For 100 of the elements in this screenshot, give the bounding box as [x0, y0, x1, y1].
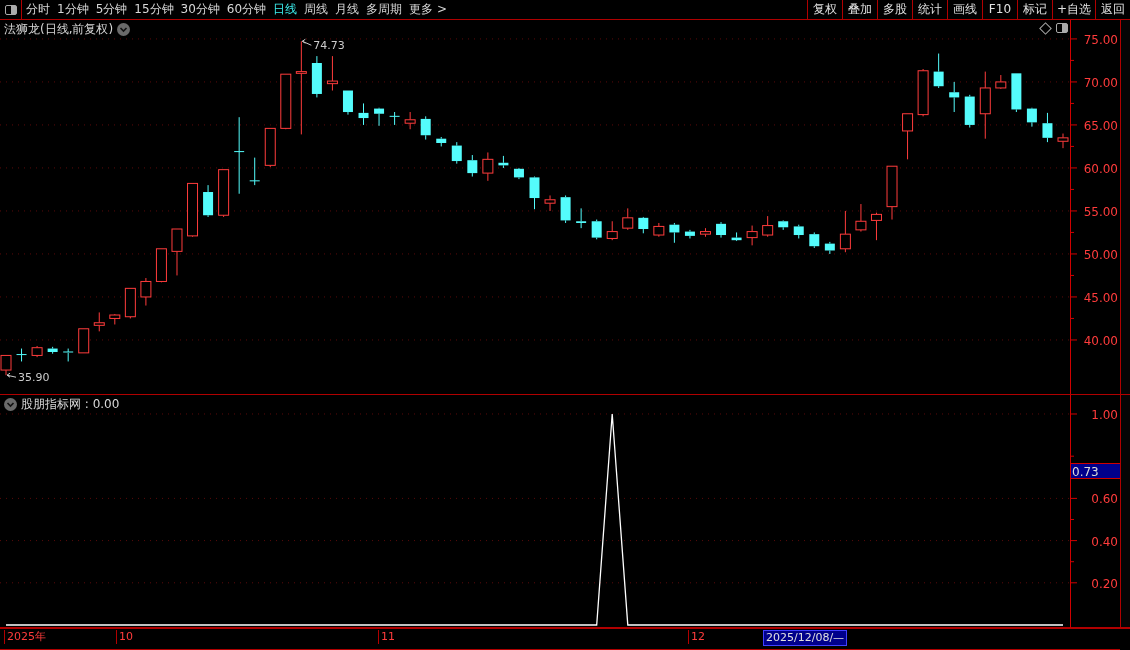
period-tab[interactable]: 更多 > — [405, 0, 450, 19]
candlestick — [902, 113, 914, 160]
axis-label: 1.00 — [1091, 408, 1118, 422]
axis-label: 0.40 — [1091, 534, 1118, 549]
toolbar-button[interactable]: 画线 — [946, 0, 982, 19]
candlestick — [374, 107, 385, 127]
candlestick — [824, 241, 835, 255]
candlestick — [591, 219, 602, 240]
candlestick — [949, 81, 960, 113]
candlestick — [979, 71, 991, 140]
candlestick — [420, 115, 431, 141]
candlestick — [467, 154, 478, 178]
candlestick — [498, 155, 509, 169]
toolbar-button[interactable]: +自选 — [1051, 0, 1095, 19]
period-tab[interactable]: 周线 — [300, 0, 332, 19]
candlestick — [187, 182, 199, 238]
candlestick — [311, 55, 322, 98]
candlestick — [669, 222, 680, 244]
period-tab[interactable]: 5分钟 — [91, 0, 131, 19]
toolbar-button[interactable]: 叠加 — [841, 0, 877, 19]
candlestick — [576, 207, 587, 229]
annotation-label: 35.90 — [18, 371, 50, 385]
candlestick — [109, 313, 121, 325]
dropdown-icon[interactable] — [4, 398, 17, 411]
candlestick — [389, 111, 401, 126]
dropdown-icon[interactable] — [117, 23, 131, 36]
toolbar-button[interactable]: 复权 — [806, 0, 842, 19]
candlestick — [31, 345, 43, 358]
candlestick — [606, 220, 618, 241]
candlestick — [933, 53, 944, 89]
axis-label: 65.00 — [1083, 118, 1118, 133]
candlestick — [218, 169, 230, 218]
candlestick — [264, 127, 276, 168]
period-tab[interactable]: 30分钟 — [176, 0, 223, 19]
candlestick — [171, 228, 183, 276]
candlestick — [716, 221, 727, 239]
candlestick — [917, 68, 929, 117]
candlestick — [93, 311, 105, 332]
toolbar-button[interactable]: 多股 — [876, 0, 912, 19]
toolbar-button[interactable]: 返回 — [1095, 0, 1130, 19]
period-tab[interactable]: 1分钟 — [53, 0, 92, 19]
indicator-title: 股朋指标网 : 0.00 — [21, 397, 120, 412]
date-label: 12 — [688, 630, 707, 644]
axis-label: 50.00 — [1083, 247, 1118, 262]
candlestick — [995, 74, 1007, 90]
candlestick — [700, 227, 711, 238]
candlestick — [964, 94, 975, 128]
candlestick — [155, 248, 167, 283]
period-tab[interactable]: 分时 — [22, 0, 53, 19]
candlestick — [529, 176, 540, 210]
axis-label: 60.00 — [1083, 161, 1118, 176]
candlestick — [62, 348, 74, 362]
candlestick — [684, 229, 695, 239]
chart-title: 法狮龙(日线,前复权) — [4, 22, 114, 37]
candlestick — [404, 111, 416, 130]
date-label: 2025年 — [4, 630, 48, 644]
candlestick — [1057, 133, 1069, 149]
candlestick — [560, 194, 571, 224]
period-tab[interactable]: 日线 — [269, 0, 301, 19]
axis-label: 55.00 — [1083, 204, 1118, 219]
candlestick — [855, 203, 867, 233]
candlestick — [78, 328, 90, 354]
date-label: 11 — [378, 630, 397, 644]
candlestick — [870, 212, 882, 241]
candlestick — [16, 348, 28, 362]
candlestick — [1011, 72, 1022, 113]
candlestick — [140, 277, 152, 307]
candlestick — [436, 136, 447, 147]
candlestick — [249, 157, 261, 186]
period-tab[interactable]: 15分钟 — [130, 0, 177, 19]
period-tab[interactable]: 60分钟 — [222, 0, 270, 19]
toolbar-button[interactable]: 统计 — [911, 0, 947, 19]
candlestick — [653, 222, 665, 238]
candlestick — [482, 151, 494, 182]
period-tab[interactable]: 多周期 — [362, 0, 406, 19]
toolbar-button[interactable]: F10 — [981, 0, 1017, 19]
candlestick — [451, 141, 462, 165]
axis-label: 45.00 — [1083, 290, 1118, 305]
axis-label: 75.00 — [1083, 32, 1118, 47]
candlestick — [762, 215, 774, 238]
candlestick — [778, 219, 789, 231]
annotation-label: 74.73 — [313, 39, 345, 53]
axis-label: 0.20 — [1091, 576, 1118, 591]
annotation-arrow — [6, 372, 17, 378]
candlestick — [793, 224, 804, 239]
candlestick — [326, 55, 338, 92]
candlestick — [358, 102, 369, 126]
candlestick — [544, 194, 556, 212]
toolbar-button[interactable]: 标记 — [1016, 0, 1052, 19]
candlestick — [47, 346, 58, 355]
candlestick — [839, 210, 851, 253]
axis-label: 40.00 — [1083, 333, 1118, 348]
panel-toggle-icon[interactable] — [1056, 23, 1068, 33]
candlestick — [203, 184, 214, 218]
candlestick — [746, 225, 758, 246]
candlestick — [731, 231, 742, 242]
annotation-arrow — [301, 38, 312, 46]
period-tab[interactable]: 月线 — [331, 0, 363, 19]
axis-label: 70.00 — [1083, 75, 1118, 90]
candlestick — [342, 90, 353, 116]
